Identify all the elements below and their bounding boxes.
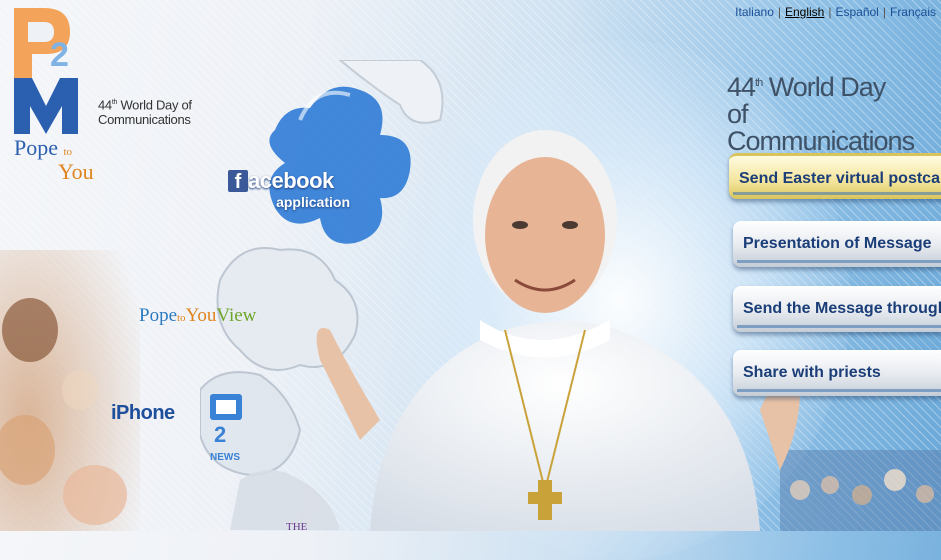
lang-separator: |	[777, 5, 781, 19]
lang-link-francais[interactable]: Français	[890, 5, 936, 19]
language-bar: Italiano | English | Español | Français	[735, 5, 936, 19]
lang-link-english[interactable]: English	[785, 5, 824, 19]
share-with-priests-button[interactable]: Share with priests	[733, 350, 941, 396]
iphone-link[interactable]: iPhone	[111, 402, 175, 425]
facebook-icon: f	[228, 170, 248, 193]
lang-separator: |	[882, 5, 886, 19]
svg-text:2: 2	[50, 36, 69, 74]
presentation-of-message-button[interactable]: Presentation of Message	[733, 221, 941, 267]
svg-text:2: 2	[214, 422, 226, 447]
logo-pope-to-you: Pope to You	[14, 135, 94, 184]
pope-to-you-view-link[interactable]: PopetoYouView	[139, 305, 256, 327]
crowd-photo-left	[0, 250, 140, 531]
news-icon[interactable]: 2 NEWS	[206, 392, 254, 466]
page-heading: 44th World Day of Communications	[727, 72, 915, 156]
svg-text:NEWS: NEWS	[210, 452, 240, 463]
lang-separator: |	[828, 5, 832, 19]
send-easter-postcard-button[interactable]: Send Easter virtual postcard	[729, 153, 941, 199]
send-message-facebook-button[interactable]: Send the Message through Fa	[733, 286, 941, 332]
lang-link-espanol[interactable]: Español	[835, 5, 878, 19]
pope2you-logo[interactable]: 2	[10, 8, 90, 138]
logo-tagline: 44th World Day of Communications	[98, 97, 192, 128]
lang-link-italiano[interactable]: Italiano	[735, 5, 774, 19]
